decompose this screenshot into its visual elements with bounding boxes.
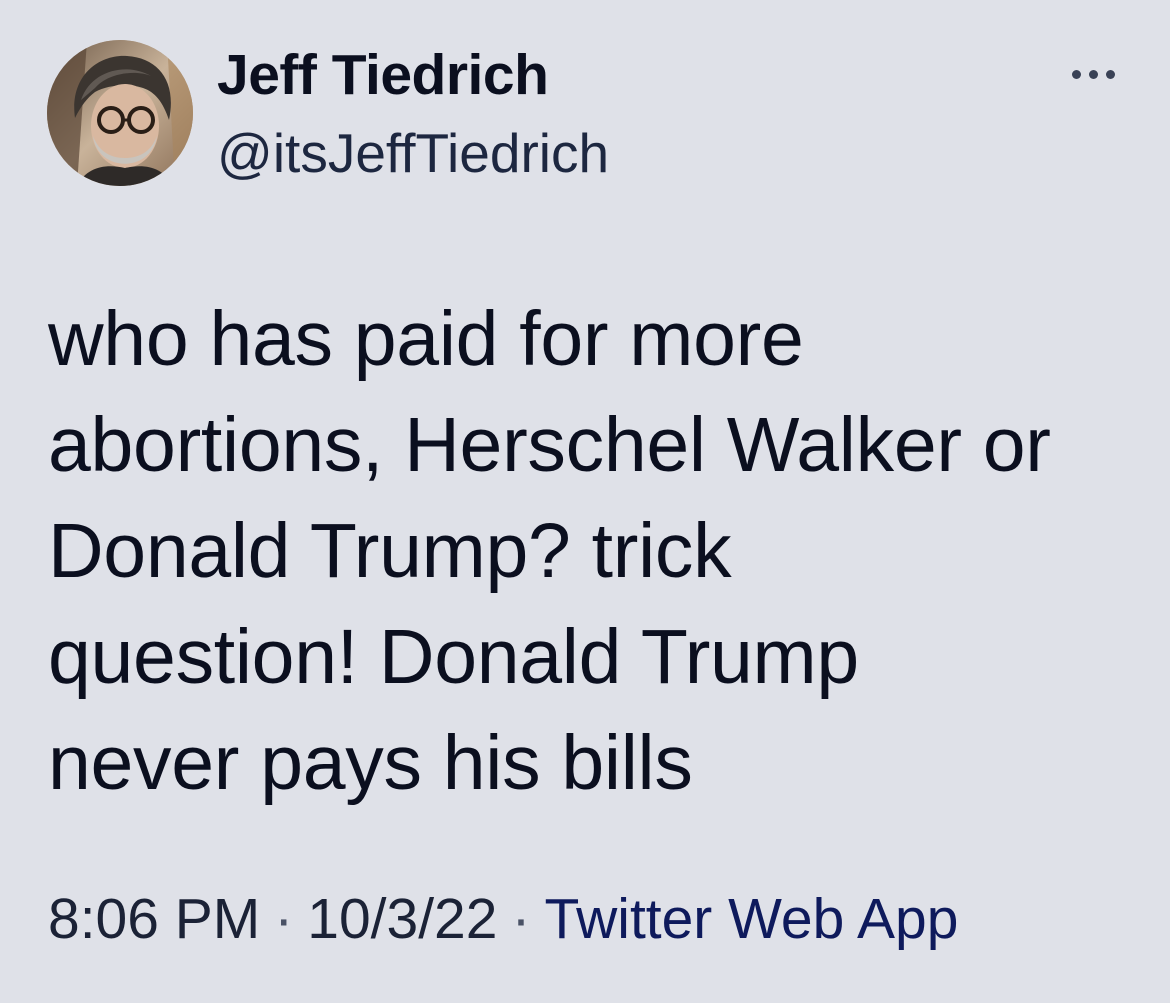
meta-separator: ·	[511, 887, 531, 951]
tweet-date[interactable]: 10/3/22	[307, 887, 497, 951]
tweet-meta: 8:06 PM · 10/3/22 · Twitter Web App	[48, 883, 958, 955]
more-horizontal-icon-dot	[1089, 70, 1098, 79]
tweet-text: who has paid for more abortions, Hersche…	[48, 296, 1051, 806]
author-display-name[interactable]: Jeff Tiedrich	[217, 42, 549, 108]
tweet-time[interactable]: 8:06 PM	[48, 887, 260, 951]
tweet-source-link[interactable]: Twitter Web App	[544, 887, 958, 951]
meta-separator: ·	[274, 887, 294, 951]
avatar[interactable]	[47, 40, 193, 186]
more-options-button[interactable]	[1062, 58, 1126, 90]
more-horizontal-icon	[1072, 70, 1081, 79]
avatar-image	[47, 40, 193, 186]
more-horizontal-icon-dot	[1106, 70, 1115, 79]
tweet-detail: Jeff Tiedrich @itsJeffTiedrich who has p…	[0, 0, 1170, 1003]
author-handle[interactable]: @itsJeffTiedrich	[217, 120, 609, 186]
